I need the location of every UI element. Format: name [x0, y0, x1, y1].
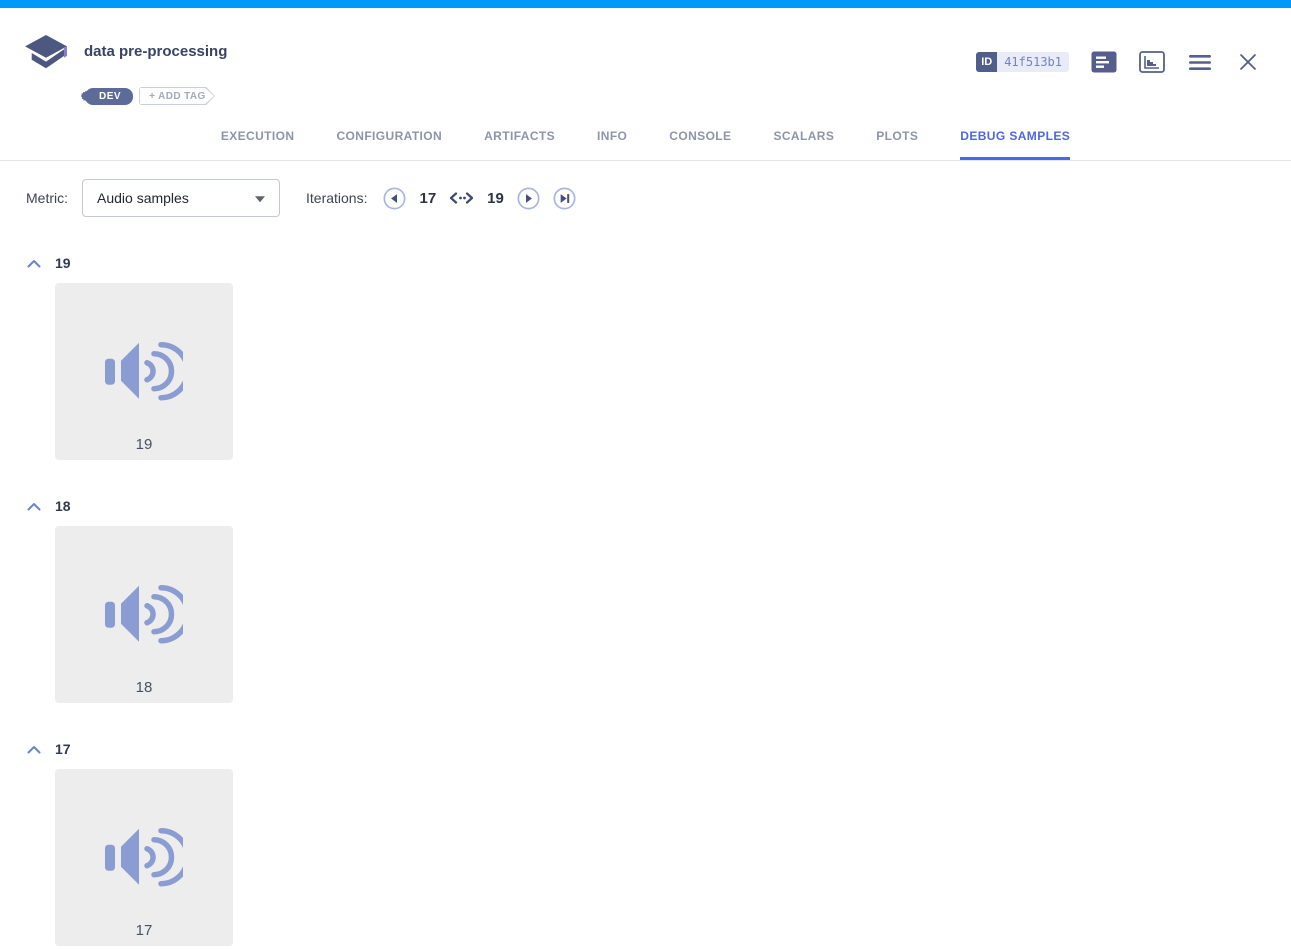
id-value: 41f513b1 — [997, 52, 1069, 72]
tab-label: INFO — [597, 129, 628, 143]
iteration-section-header: 18 — [27, 496, 1291, 516]
iteration-range-start: 17 — [419, 189, 437, 207]
audio-sample-card[interactable]: 19 — [55, 283, 233, 460]
tab[interactable]: INFO — [597, 129, 627, 160]
iteration-section: 19 19 — [27, 253, 1291, 460]
gear-icon — [80, 90, 92, 102]
debug-samples-list: 19 19 18 18 17 17 — [0, 253, 1291, 946]
experiment-header: data pre-processing DEV + ADD TAG ID 41f… — [0, 8, 1291, 161]
iteration-section: 17 17 — [27, 739, 1291, 946]
details-view-button[interactable] — [1091, 50, 1117, 74]
metric-label: Metric: — [26, 190, 68, 206]
sample-caption: 19 — [135, 436, 153, 453]
tab-label: ARTIFACTS — [484, 129, 556, 143]
tab[interactable]: DEBUG SAMPLES — [960, 129, 1071, 160]
top-accent-bar — [0, 0, 1291, 8]
tab-label: EXECUTION — [220, 129, 295, 143]
tab-label: SCALARS — [773, 129, 835, 143]
histogram-chart-icon — [1139, 51, 1165, 73]
tab-bar: EXECUTION CONFIGURATION ARTIFACTS INFO C… — [0, 129, 1291, 160]
iteration-number: 18 — [55, 498, 71, 514]
previous-iterations-button[interactable] — [383, 186, 407, 210]
tag-label: DEV — [99, 90, 122, 102]
tab[interactable]: EXECUTION — [221, 129, 295, 160]
last-iteration-button[interactable] — [553, 186, 576, 210]
audio-speaker-icon — [105, 827, 183, 886]
experiment-detail-window: COMPLETED data pre-processing DEV — [0, 0, 1291, 950]
iteration-section-header: 17 — [27, 739, 1291, 759]
hamburger-menu-icon — [1189, 54, 1211, 70]
tab-label: PLOTS — [876, 129, 919, 143]
tags-row: DEV + ADD TAG — [80, 87, 1291, 105]
iteration-number: 19 — [55, 255, 71, 271]
add-tag-button[interactable]: + ADD TAG — [139, 87, 215, 105]
iterations-label: Iterations: — [306, 190, 368, 206]
metric-select[interactable]: Audio samples — [82, 179, 280, 217]
sample-caption: 18 — [135, 679, 153, 696]
audio-sample-card[interactable]: 17 — [55, 769, 233, 946]
iteration-section: 18 18 — [27, 496, 1291, 703]
collapse-chevron-icon[interactable] — [27, 259, 41, 268]
iteration-range-end: 19 — [487, 189, 504, 207]
tab-label: DEBUG SAMPLES — [960, 129, 1071, 143]
tab[interactable]: CONFIGURATION — [336, 129, 442, 160]
audio-speaker-icon — [105, 584, 183, 643]
collapse-chevron-icon[interactable] — [27, 745, 41, 754]
tag-chip[interactable]: DEV — [80, 87, 134, 105]
audio-sample-card[interactable]: 18 — [55, 526, 233, 703]
iteration-controls: 17 19 — [383, 186, 576, 210]
iteration-section-header: 19 — [27, 253, 1291, 273]
chevron-down-icon — [255, 196, 265, 203]
tab-label: CONFIGURATION — [336, 129, 443, 143]
iteration-range-arrow-icon — [450, 192, 474, 204]
close-button[interactable] — [1235, 50, 1261, 74]
debug-samples-toolbar: Metric: Audio samples Iterations: 17 19 — [0, 161, 1291, 217]
details-list-icon — [1091, 51, 1117, 73]
tab[interactable]: CONSOLE — [669, 129, 731, 160]
add-tag-label: + ADD TAG — [149, 90, 206, 102]
next-iterations-button[interactable] — [517, 186, 540, 210]
header-actions: ID 41f513b1 — [976, 50, 1261, 74]
metrics-view-button[interactable] — [1139, 50, 1165, 74]
id-badge: ID — [976, 52, 998, 72]
tab[interactable]: ARTIFACTS — [484, 129, 555, 160]
close-icon — [1240, 54, 1256, 70]
tab[interactable]: SCALARS — [773, 129, 834, 160]
iteration-number: 17 — [55, 741, 71, 757]
page-title: data pre-processing — [84, 43, 228, 60]
menu-button[interactable] — [1187, 50, 1213, 74]
experiment-id-chip: ID 41f513b1 — [976, 52, 1069, 72]
metric-selected-value: Audio samples — [97, 190, 189, 206]
audio-speaker-icon — [105, 341, 183, 400]
tab[interactable]: PLOTS — [876, 129, 918, 160]
collapse-chevron-icon[interactable] — [27, 502, 41, 511]
tab-label: CONSOLE — [669, 129, 732, 143]
experiment-type-icon — [25, 34, 67, 69]
sample-caption: 17 — [135, 922, 153, 939]
